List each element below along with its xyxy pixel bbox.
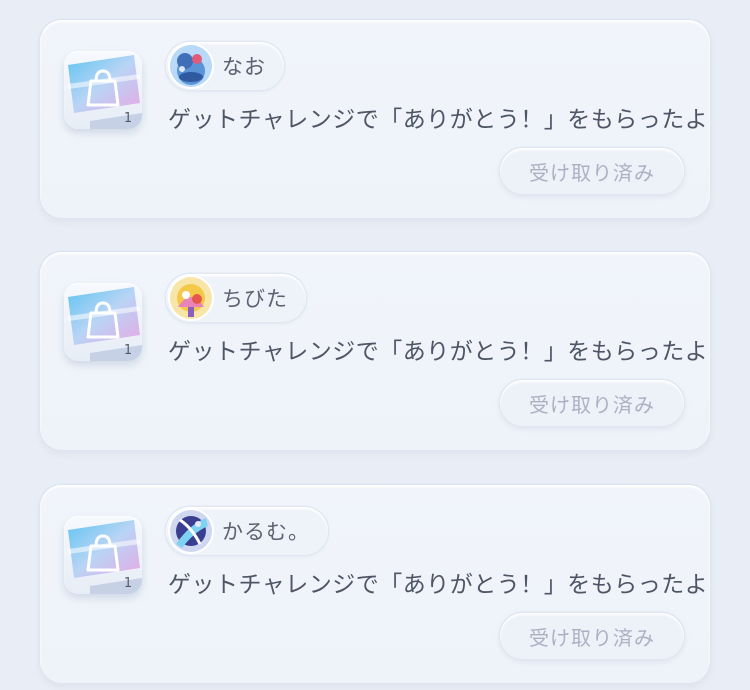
user-pill[interactable]: かるむ。 [166,507,328,555]
received-status-button[interactable]: 受け取り済み [500,613,684,659]
user-pill[interactable]: ちびた [166,274,306,322]
notification-message: ゲットチャレンジで「ありがとう！」をもらったよ [168,107,709,133]
user-name: なお [222,55,266,79]
shopping-bag-ticket-icon: 1 [64,51,142,129]
notification-card: 1 ちびた ゲットチャレンジで「ありがとう！」をもらったよ 受け取り済み [40,252,710,450]
trainer-avatar-yellow-icon [170,277,212,319]
user-name: かるむ。 [222,520,310,544]
trainer-avatar-blue-icon [170,45,212,87]
received-status-button[interactable]: 受け取り済み [500,380,684,426]
shopping-bag-ticket-icon: 1 [64,516,142,594]
received-status-button[interactable]: 受け取り済み [500,148,684,194]
user-pill[interactable]: なお [166,42,284,90]
trainer-avatar-purple-icon [170,510,212,552]
notification-card: 1 かるむ。 ゲットチャレンジで「ありがとう！」をもらったよ 受け取り済み [40,485,710,683]
notification-card: 1 なお ゲットチャレンジで「ありがとう！」をもらったよ 受け取り済み [40,20,710,218]
item-count: 1 [123,343,133,358]
item-count: 1 [123,576,133,591]
item-count: 1 [123,111,133,126]
notification-message: ゲットチャレンジで「ありがとう！」をもらったよ [168,339,709,365]
shopping-bag-ticket-icon: 1 [64,283,142,361]
notification-message: ゲットチャレンジで「ありがとう！」をもらったよ [168,572,709,598]
user-name: ちびた [222,287,288,311]
